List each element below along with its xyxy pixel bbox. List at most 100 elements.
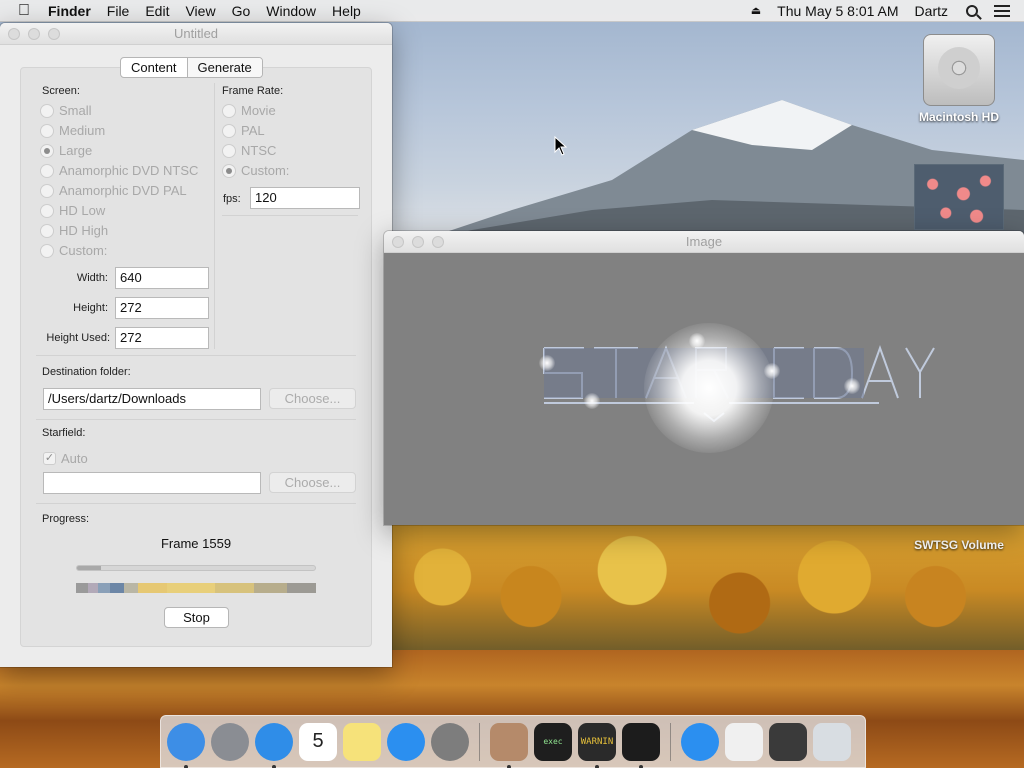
radio-option[interactable]: PAL [222,123,265,138]
radio-label: Large [59,143,93,158]
spotlight-search-icon[interactable] [966,4,978,17]
color-swatch [167,583,216,593]
destination-path-field[interactable]: /Users/dartz/Downloads [43,388,261,410]
color-swatch [253,583,288,593]
disk-icon[interactable] [769,722,807,761]
running-indicator [272,764,276,768]
light-glow [644,323,774,453]
eject-icon[interactable]: ⏏ [743,0,769,22]
notification-center-icon[interactable] [994,4,1010,17]
minimize-button-icon[interactable] [412,236,424,248]
tab-generate[interactable]: Generate [186,58,262,77]
radio-label: Custom: [241,163,290,178]
macintosh-hd-icon[interactable]: Macintosh HD [912,34,1006,124]
drive-icon[interactable] [725,722,763,761]
radio-button-icon [40,223,54,238]
swtsg-volume-icon[interactable]: SWTSG Volume [900,538,1018,552]
width-label: Width: [76,272,108,284]
app-store-icon[interactable] [681,722,719,761]
close-button-icon[interactable] [8,28,20,40]
height-used-field[interactable]: 272 [115,327,209,349]
progress-bar [76,565,316,571]
radio-button-icon [40,123,54,138]
gear-icon[interactable] [431,722,469,761]
color-swatch [123,583,139,593]
app-store-icon[interactable] [387,722,425,761]
radio-button-icon [222,103,236,118]
menu-window[interactable]: Window [258,0,324,22]
starfield-choose-button[interactable]: Choose... [269,472,356,493]
dock-app-glyph: 5 [312,730,324,752]
progress-fill [77,566,101,570]
radio-label: Custom: [59,243,108,258]
zoom-button-icon[interactable] [432,236,444,248]
radio-option[interactable]: HD Low [40,203,105,218]
zoom-button-icon[interactable] [48,28,60,40]
dock-divider [479,722,480,761]
radio-option[interactable]: Small [40,103,92,118]
starfield-auto-checkbox[interactable]: ✓ Auto [43,451,88,466]
radio-option[interactable]: Large [40,143,92,158]
notes-icon[interactable] [343,722,381,761]
menu-edit[interactable]: Edit [137,0,177,22]
width-field[interactable]: 640 [115,267,209,289]
image-window: Image [384,231,1024,525]
menu-help[interactable]: Help [324,0,369,22]
terminal-icon[interactable]: exec [534,722,572,761]
minimize-button-icon[interactable] [28,28,40,40]
dock: 5 exec WARNIN [160,715,866,768]
starfield-path-field[interactable] [43,472,261,494]
window-titlebar[interactable]: Untitled [0,23,392,45]
image-file-icon[interactable] [914,164,1006,230]
destination-choose-button[interactable]: Choose... [269,388,356,409]
dock-divider [670,722,671,761]
radio-option[interactable]: Custom: [222,163,289,178]
close-button-icon[interactable] [392,236,404,248]
radio-option[interactable]: Anamorphic DVD PAL [40,183,187,198]
radio-option[interactable]: Medium [40,123,105,138]
window-controls [392,236,444,248]
calendar-icon[interactable]: 5 [299,722,337,761]
hard-drive-icon [923,34,995,106]
color-swatch [109,583,124,593]
radio-button-icon [222,163,236,178]
menu-clock[interactable]: Thu May 5 8:01 AM [769,0,906,22]
window-titlebar[interactable]: Image [384,231,1024,253]
tab-content[interactable]: Content [121,58,187,77]
menu-app-name[interactable]: Finder [40,0,99,22]
frame-rate-heading: Frame Rate: [222,85,284,97]
finder-icon[interactable] [167,722,205,768]
fps-field[interactable]: 120 [250,187,360,209]
robot-icon[interactable] [490,722,528,768]
console-icon[interactable]: WARNIN [578,722,616,768]
star-sparkle [844,378,860,394]
radio-button-icon [222,143,236,158]
radio-option[interactable]: Movie [222,103,276,118]
running-indicator [639,764,643,768]
radio-option[interactable]: Anamorphic DVD NTSC [40,163,198,178]
apple-menu-icon[interactable]:  [0,0,40,22]
radio-option[interactable]: HD High [40,223,108,238]
window-title: Image [685,234,723,249]
dock-app-glyph: exec [543,737,563,746]
radio-label: Movie [241,103,276,118]
stop-button[interactable]: Stop [164,607,229,628]
menu-view[interactable]: View [177,0,223,22]
menu-go[interactable]: Go [224,0,259,22]
height-field[interactable]: 272 [115,297,209,319]
script-icon[interactable] [622,722,660,768]
menu-user[interactable]: Dartz [907,0,956,22]
height-used-label: Height Used: [46,332,110,344]
tab-bar: Content Generate [120,57,263,78]
image-thumbnail [914,164,1004,230]
menu-file[interactable]: File [99,0,138,22]
dock-app-glyph: WARNIN [580,736,614,747]
trash-icon[interactable] [813,722,851,761]
radio-option[interactable]: Custom: [40,243,107,258]
section-divider [214,83,215,349]
divider [36,355,356,356]
compass-icon[interactable] [255,722,293,768]
radio-option[interactable]: NTSC [222,143,276,158]
rocket-icon[interactable] [211,722,249,761]
radio-button-icon [40,183,54,198]
